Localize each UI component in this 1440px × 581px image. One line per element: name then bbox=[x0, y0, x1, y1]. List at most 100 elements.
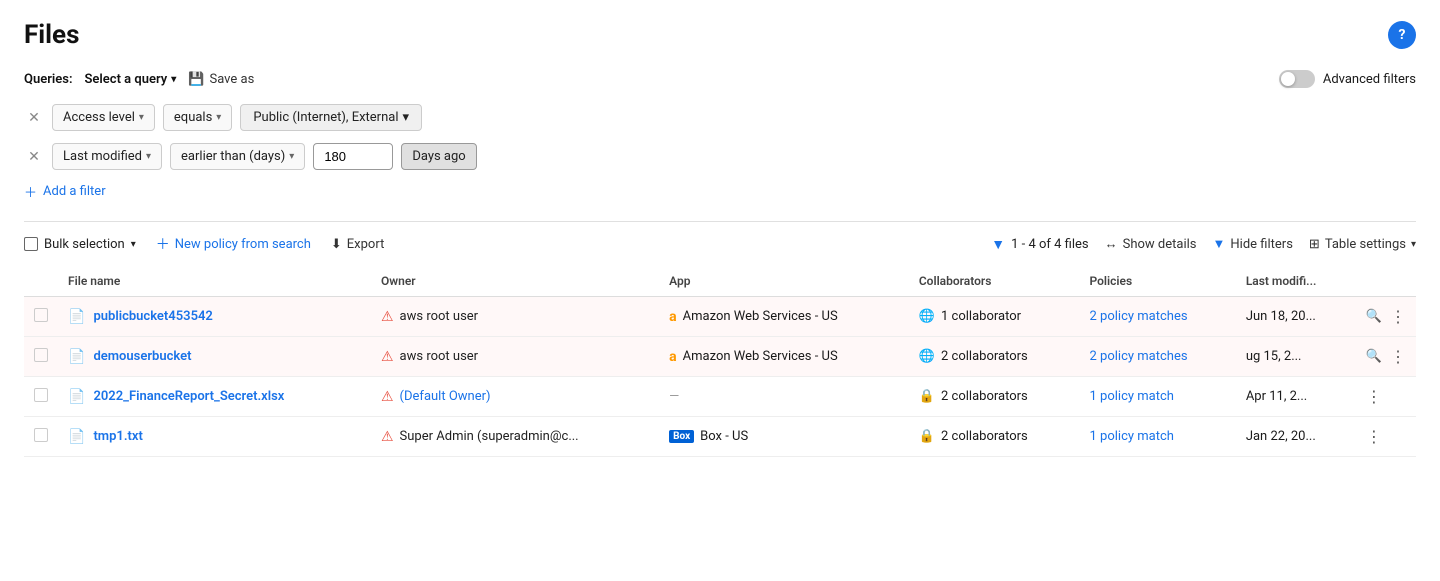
table-settings-icon: ⊞ bbox=[1309, 237, 1320, 252]
last-modified-date: ug 15, 2... bbox=[1246, 349, 1302, 364]
remove-filter-1-button[interactable]: ✕ bbox=[24, 110, 44, 126]
row-actions: ⋮ bbox=[1366, 427, 1406, 446]
operator-chevron-icon: ▾ bbox=[216, 112, 221, 123]
app-dash: — bbox=[669, 389, 679, 404]
owner-cell: ⚠ aws root user bbox=[381, 349, 649, 365]
file-name-cell[interactable]: 📄 publicbucket453542 bbox=[68, 309, 361, 325]
policy-link[interactable]: 1 policy match bbox=[1090, 429, 1174, 444]
collab-count: 2 collaborators bbox=[941, 389, 1028, 404]
last-modified-operator-dropdown[interactable]: earlier than (days) ▾ bbox=[170, 143, 305, 170]
plus-policy-icon: ＋ bbox=[156, 234, 170, 254]
collab-count: 2 collaborators bbox=[941, 349, 1028, 364]
row-search-icon[interactable]: 🔍 bbox=[1366, 349, 1382, 364]
new-policy-button[interactable]: ＋ New policy from search bbox=[156, 234, 311, 254]
filename-text[interactable]: tmp1.txt bbox=[93, 429, 142, 444]
hide-filters-button[interactable]: ▼ Hide filters bbox=[1213, 236, 1293, 252]
owner-warning-icon: ⚠ bbox=[381, 389, 394, 405]
last-modified-date: Apr 11, 2... bbox=[1246, 389, 1307, 404]
box-icon: Box bbox=[669, 430, 694, 443]
table-row: 📄 publicbucket453542 ⚠ aws root user a A… bbox=[24, 297, 1416, 337]
th-owner[interactable]: Owner bbox=[371, 266, 659, 297]
row-checkbox-0[interactable] bbox=[34, 308, 48, 322]
filter-funnel-icon: ▼ bbox=[991, 236, 1005, 253]
access-level-value-dropdown[interactable]: Public (Internet), External ▾ bbox=[240, 104, 422, 131]
table-row: 📄 2022_FinanceReport_Secret.xlsx ⚠ (Defa… bbox=[24, 377, 1416, 417]
th-actions bbox=[1356, 266, 1416, 297]
policy-link[interactable]: 2 policy matches bbox=[1090, 309, 1188, 324]
access-level-field-dropdown[interactable]: Access level ▾ bbox=[52, 104, 155, 131]
row-checkbox-3[interactable] bbox=[34, 428, 48, 442]
table-row: 📄 tmp1.txt ⚠ Super Admin (superadmin@c..… bbox=[24, 417, 1416, 457]
days-ago-button[interactable]: Days ago bbox=[401, 143, 476, 170]
collab-cell: 🔒 2 collaborators bbox=[919, 429, 1070, 444]
th-filename[interactable]: File name bbox=[58, 266, 371, 297]
advanced-filters-label: Advanced filters bbox=[1323, 72, 1416, 87]
filename-text[interactable]: 2022_FinanceReport_Secret.xlsx bbox=[93, 389, 284, 404]
globe-icon: 🌐 bbox=[919, 349, 935, 364]
plus-icon: ＋ bbox=[24, 182, 37, 201]
filename-text[interactable]: publicbucket453542 bbox=[93, 309, 212, 324]
queries-label: Queries: bbox=[24, 72, 73, 87]
filter-access-level: ✕ Access level ▾ equals ▾ Public (Intern… bbox=[24, 104, 1416, 131]
amazon-icon: a bbox=[669, 349, 677, 365]
row-checkbox-2[interactable] bbox=[34, 388, 48, 402]
owner-warning-icon: ⚠ bbox=[381, 349, 394, 365]
th-app[interactable]: App bbox=[659, 266, 909, 297]
row-checkbox-1[interactable] bbox=[34, 348, 48, 362]
advanced-filters-toggle[interactable] bbox=[1279, 70, 1315, 88]
bulk-checkbox-icon bbox=[24, 237, 38, 251]
row-actions: 🔍 ⋮ bbox=[1366, 347, 1406, 366]
table-settings-button[interactable]: ⊞ Table settings ▾ bbox=[1309, 237, 1416, 252]
select-query-chevron-icon: ▾ bbox=[171, 74, 176, 85]
owner-name: aws root user bbox=[400, 349, 479, 364]
file-icon: 📄 bbox=[68, 309, 85, 325]
row-actions: ⋮ bbox=[1366, 387, 1406, 406]
files-table: File name Owner App Collaborators Polici… bbox=[24, 266, 1416, 457]
access-level-operator-dropdown[interactable]: equals ▾ bbox=[163, 104, 232, 131]
add-filter-button[interactable]: ＋ Add a filter bbox=[24, 182, 1416, 201]
globe-icon: 🌐 bbox=[919, 309, 935, 324]
remove-filter-2-button[interactable]: ✕ bbox=[24, 149, 44, 165]
value-chevron-icon: ▾ bbox=[403, 110, 410, 125]
last-modified-field-dropdown[interactable]: Last modified ▾ bbox=[52, 143, 162, 170]
row-search-icon[interactable]: 🔍 bbox=[1366, 309, 1382, 324]
last-modified-date: Jun 18, 20... bbox=[1246, 309, 1316, 324]
save-icon: 💾 bbox=[188, 72, 204, 87]
row-more-button[interactable]: ⋮ bbox=[1390, 347, 1406, 366]
owner-warning-icon: ⚠ bbox=[381, 429, 394, 445]
days-value-input[interactable] bbox=[313, 143, 393, 170]
policy-link[interactable]: 2 policy matches bbox=[1090, 349, 1188, 364]
collab-count: 1 collaborator bbox=[941, 309, 1021, 324]
lock-icon: 🔒 bbox=[919, 389, 935, 404]
th-last-modified[interactable]: Last modifi... bbox=[1236, 266, 1356, 297]
select-query-button[interactable]: Select a query ▾ bbox=[85, 72, 177, 87]
file-name-cell[interactable]: 📄 tmp1.txt bbox=[68, 429, 361, 445]
help-button[interactable]: ? bbox=[1388, 21, 1416, 49]
show-details-button[interactable]: ↔ Show details bbox=[1105, 236, 1197, 252]
app-cell: a Amazon Web Services - US bbox=[669, 309, 899, 325]
lock-icon: 🔒 bbox=[919, 429, 935, 444]
owner-warning-icon: ⚠ bbox=[381, 309, 394, 325]
row-more-button[interactable]: ⋮ bbox=[1366, 387, 1382, 406]
collab-count: 2 collaborators bbox=[941, 429, 1028, 444]
bulk-selection-button[interactable]: Bulk selection ▾ bbox=[24, 237, 136, 252]
row-more-button[interactable]: ⋮ bbox=[1390, 307, 1406, 326]
files-count: ▼ 1 - 4 of 4 files bbox=[991, 236, 1088, 253]
owner-cell: ⚠ aws root user bbox=[381, 309, 649, 325]
policy-link[interactable]: 1 policy match bbox=[1090, 389, 1174, 404]
th-policies[interactable]: Policies bbox=[1080, 266, 1236, 297]
filename-text[interactable]: demouserbucket bbox=[93, 349, 191, 364]
file-name-cell[interactable]: 📄 demouserbucket bbox=[68, 349, 361, 365]
filter-last-modified: ✕ Last modified ▾ earlier than (days) ▾ … bbox=[24, 143, 1416, 170]
amazon-icon: a bbox=[669, 309, 677, 325]
file-icon: 📄 bbox=[68, 349, 85, 365]
th-checkbox bbox=[24, 266, 58, 297]
save-as-button[interactable]: 💾 Save as bbox=[188, 72, 254, 87]
th-collaborators[interactable]: Collaborators bbox=[909, 266, 1080, 297]
row-more-button[interactable]: ⋮ bbox=[1366, 427, 1382, 446]
collab-cell: 🌐 1 collaborator bbox=[919, 309, 1070, 324]
export-button[interactable]: ⬇ Export bbox=[331, 237, 384, 252]
bulk-selection-chevron-icon: ▾ bbox=[131, 239, 136, 250]
file-name-cell[interactable]: 📄 2022_FinanceReport_Secret.xlsx bbox=[68, 389, 361, 405]
owner-name: (Default Owner) bbox=[400, 389, 491, 404]
